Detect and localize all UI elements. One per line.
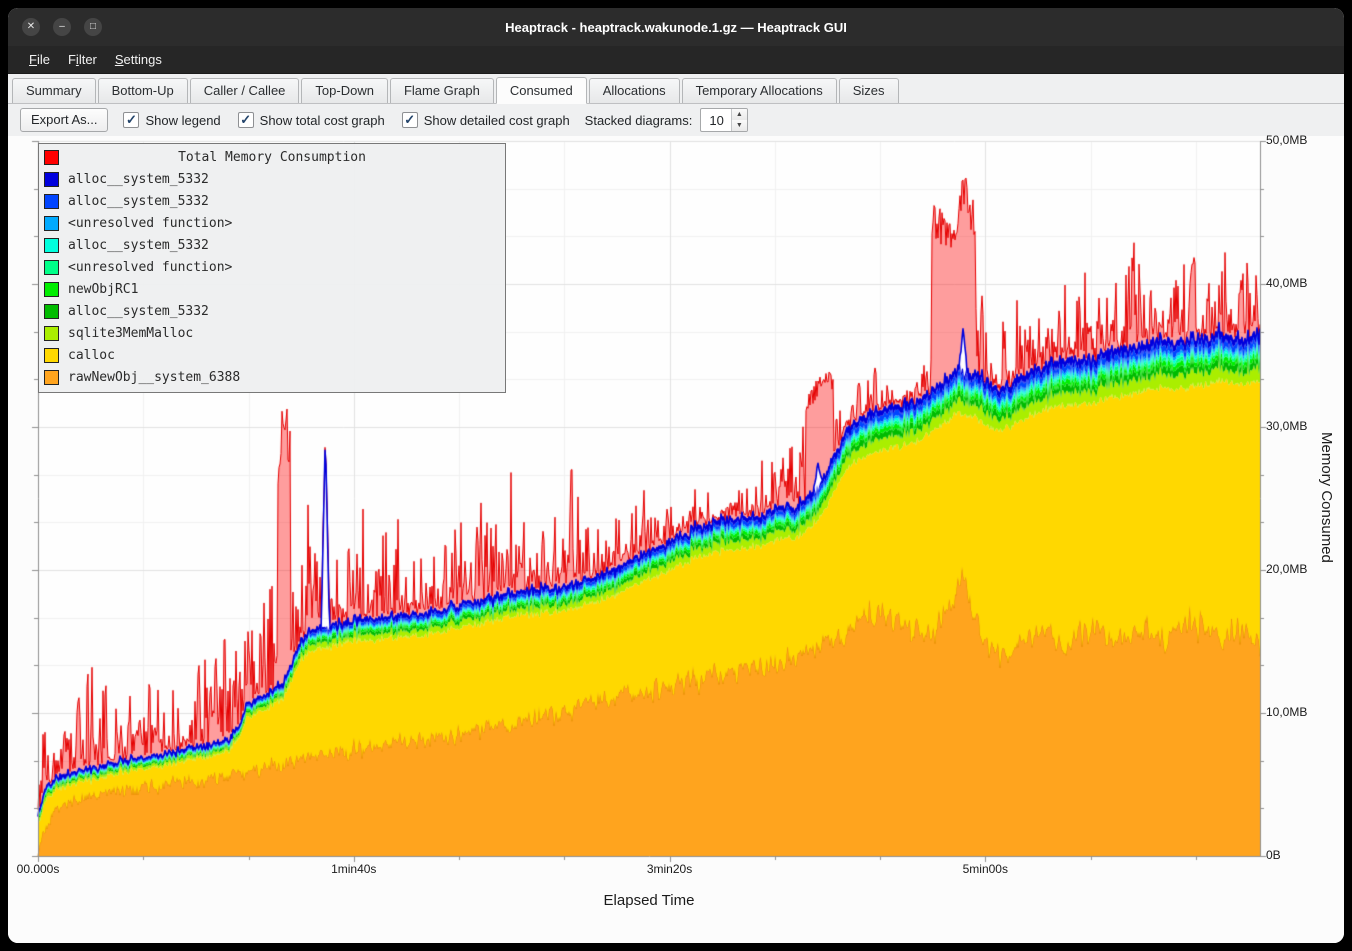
tab-allocations[interactable]: Allocations <box>589 78 680 103</box>
stacked-diagrams-spinbox[interactable]: 10 ▲ ▼ <box>700 108 747 132</box>
x-tick-label: 1min40s <box>331 862 376 876</box>
x-tick-label: 00.000s <box>17 862 60 876</box>
stacked-diagrams-control: Stacked diagrams: 10 ▲ ▼ <box>585 108 748 132</box>
tab-bottom-up[interactable]: Bottom-Up <box>98 78 188 103</box>
legend-color-swatch <box>44 260 59 275</box>
spin-up-icon[interactable]: ▲ <box>732 109 747 120</box>
legend-color-swatch <box>44 282 59 297</box>
y-tick-label: 50,0MB <box>1266 133 1307 147</box>
checkbox-show-detailed-cost-graph[interactable]: ✓ Show detailed cost graph <box>402 112 570 128</box>
app-window: ✕–□ Heaptrack - heaptrack.wakunode.1.gz … <box>8 8 1344 943</box>
legend-label: rawNewObj__system_6388 <box>68 370 240 385</box>
legend-color-swatch <box>44 304 59 319</box>
legend-item: alloc__system_5332 <box>39 300 505 322</box>
legend-label: <unresolved function> <box>68 260 232 275</box>
checkbox-show-legend[interactable]: ✓ Show legend <box>123 112 220 128</box>
tab-temporary-allocations[interactable]: Temporary Allocations <box>682 78 837 103</box>
stacked-diagrams-value[interactable]: 10 <box>701 109 730 131</box>
legend-item: alloc__system_5332 <box>39 190 505 212</box>
checkbox-label: Show detailed cost graph <box>424 113 570 128</box>
stacked-diagrams-label: Stacked diagrams: <box>585 113 693 128</box>
legend-label: alloc__system_5332 <box>68 304 209 319</box>
export-as-button[interactable]: Export As... <box>20 108 108 132</box>
x-axis-title: Elapsed Time <box>38 892 1260 909</box>
legend-item: <unresolved function> <box>39 256 505 278</box>
chart-legend: Total Memory Consumption alloc__system_53… <box>38 143 506 393</box>
tab-top-down[interactable]: Top-Down <box>301 78 388 103</box>
legend-item: newObjRC1 <box>39 278 505 300</box>
tab-sizes[interactable]: Sizes <box>839 78 899 103</box>
y-tick-label: 10,0MB <box>1266 705 1307 719</box>
window-title: Heaptrack - heaptrack.wakunode.1.gz — He… <box>8 20 1344 35</box>
toolbar-checks: ✓ Show legend ✓ Show total cost graph ✓ Show … <box>123 112 569 128</box>
tab-flame-graph[interactable]: Flame Graph <box>390 78 494 103</box>
menu-item-file[interactable]: File <box>20 48 59 71</box>
legend-item: sqlite3MemMalloc <box>39 322 505 344</box>
legend-color-swatch <box>44 238 59 253</box>
legend-color-swatch <box>44 172 59 187</box>
legend-label: alloc__system_5332 <box>68 238 209 253</box>
legend-label: Total Memory Consumption <box>39 150 505 165</box>
legend-label: alloc__system_5332 <box>68 172 209 187</box>
spin-down-icon[interactable]: ▼ <box>732 120 747 131</box>
y-tick-label: 0B <box>1266 848 1281 862</box>
legend-color-swatch <box>44 194 59 209</box>
title-bar[interactable]: ✕–□ Heaptrack - heaptrack.wakunode.1.gz … <box>8 8 1344 46</box>
legend-label: alloc__system_5332 <box>68 194 209 209</box>
tab-bar: SummaryBottom-UpCaller / CalleeTop-DownF… <box>8 74 1344 104</box>
close-button[interactable]: ✕ <box>22 18 40 36</box>
window-controls: ✕–□ <box>8 18 102 36</box>
legend-label: newObjRC1 <box>68 282 138 297</box>
checkbox-label: Show legend <box>145 113 220 128</box>
x-tick-label: 5min00s <box>963 862 1008 876</box>
y-axis-title: Memory Consumed <box>1318 432 1335 563</box>
legend-color-swatch <box>44 326 59 341</box>
checkbox-icon: ✓ <box>402 112 418 128</box>
y-tick-label: 20,0MB <box>1266 562 1307 576</box>
tab-summary[interactable]: Summary <box>12 78 96 103</box>
x-tick-label: 3min20s <box>647 862 692 876</box>
checkbox-label: Show total cost graph <box>260 113 385 128</box>
legend-color-swatch <box>44 348 59 363</box>
menu-bar: FileFilterSettings <box>8 46 1344 74</box>
legend-title-row: Total Memory Consumption <box>39 146 505 168</box>
legend-color-swatch <box>44 370 59 385</box>
legend-item: calloc <box>39 344 505 366</box>
maximize-button[interactable]: □ <box>84 18 102 36</box>
legend-label: sqlite3MemMalloc <box>68 326 193 341</box>
y-tick-label: 40,0MB <box>1266 276 1307 290</box>
minimize-button[interactable]: – <box>53 18 71 36</box>
legend-item: rawNewObj__system_6388 <box>39 366 505 388</box>
spin-buttons: ▲ ▼ <box>731 109 747 131</box>
y-tick-label: 30,0MB <box>1266 419 1307 433</box>
legend-item: alloc__system_5332 <box>39 234 505 256</box>
legend-label: calloc <box>68 348 115 363</box>
legend-item: alloc__system_5332 <box>39 168 505 190</box>
menu-item-settings[interactable]: Settings <box>106 48 171 71</box>
tab-consumed[interactable]: Consumed <box>496 77 587 104</box>
legend-label: <unresolved function> <box>68 216 232 231</box>
legend-item: <unresolved function> <box>39 212 505 234</box>
legend-color-swatch <box>44 216 59 231</box>
checkbox-show-total-cost-graph[interactable]: ✓ Show total cost graph <box>238 112 385 128</box>
menu-item-filter[interactable]: Filter <box>59 48 106 71</box>
chart-panel: Total Memory Consumption alloc__system_53… <box>8 136 1344 943</box>
tab-caller-callee[interactable]: Caller / Callee <box>190 78 300 103</box>
checkbox-icon: ✓ <box>238 112 254 128</box>
checkbox-icon: ✓ <box>123 112 139 128</box>
